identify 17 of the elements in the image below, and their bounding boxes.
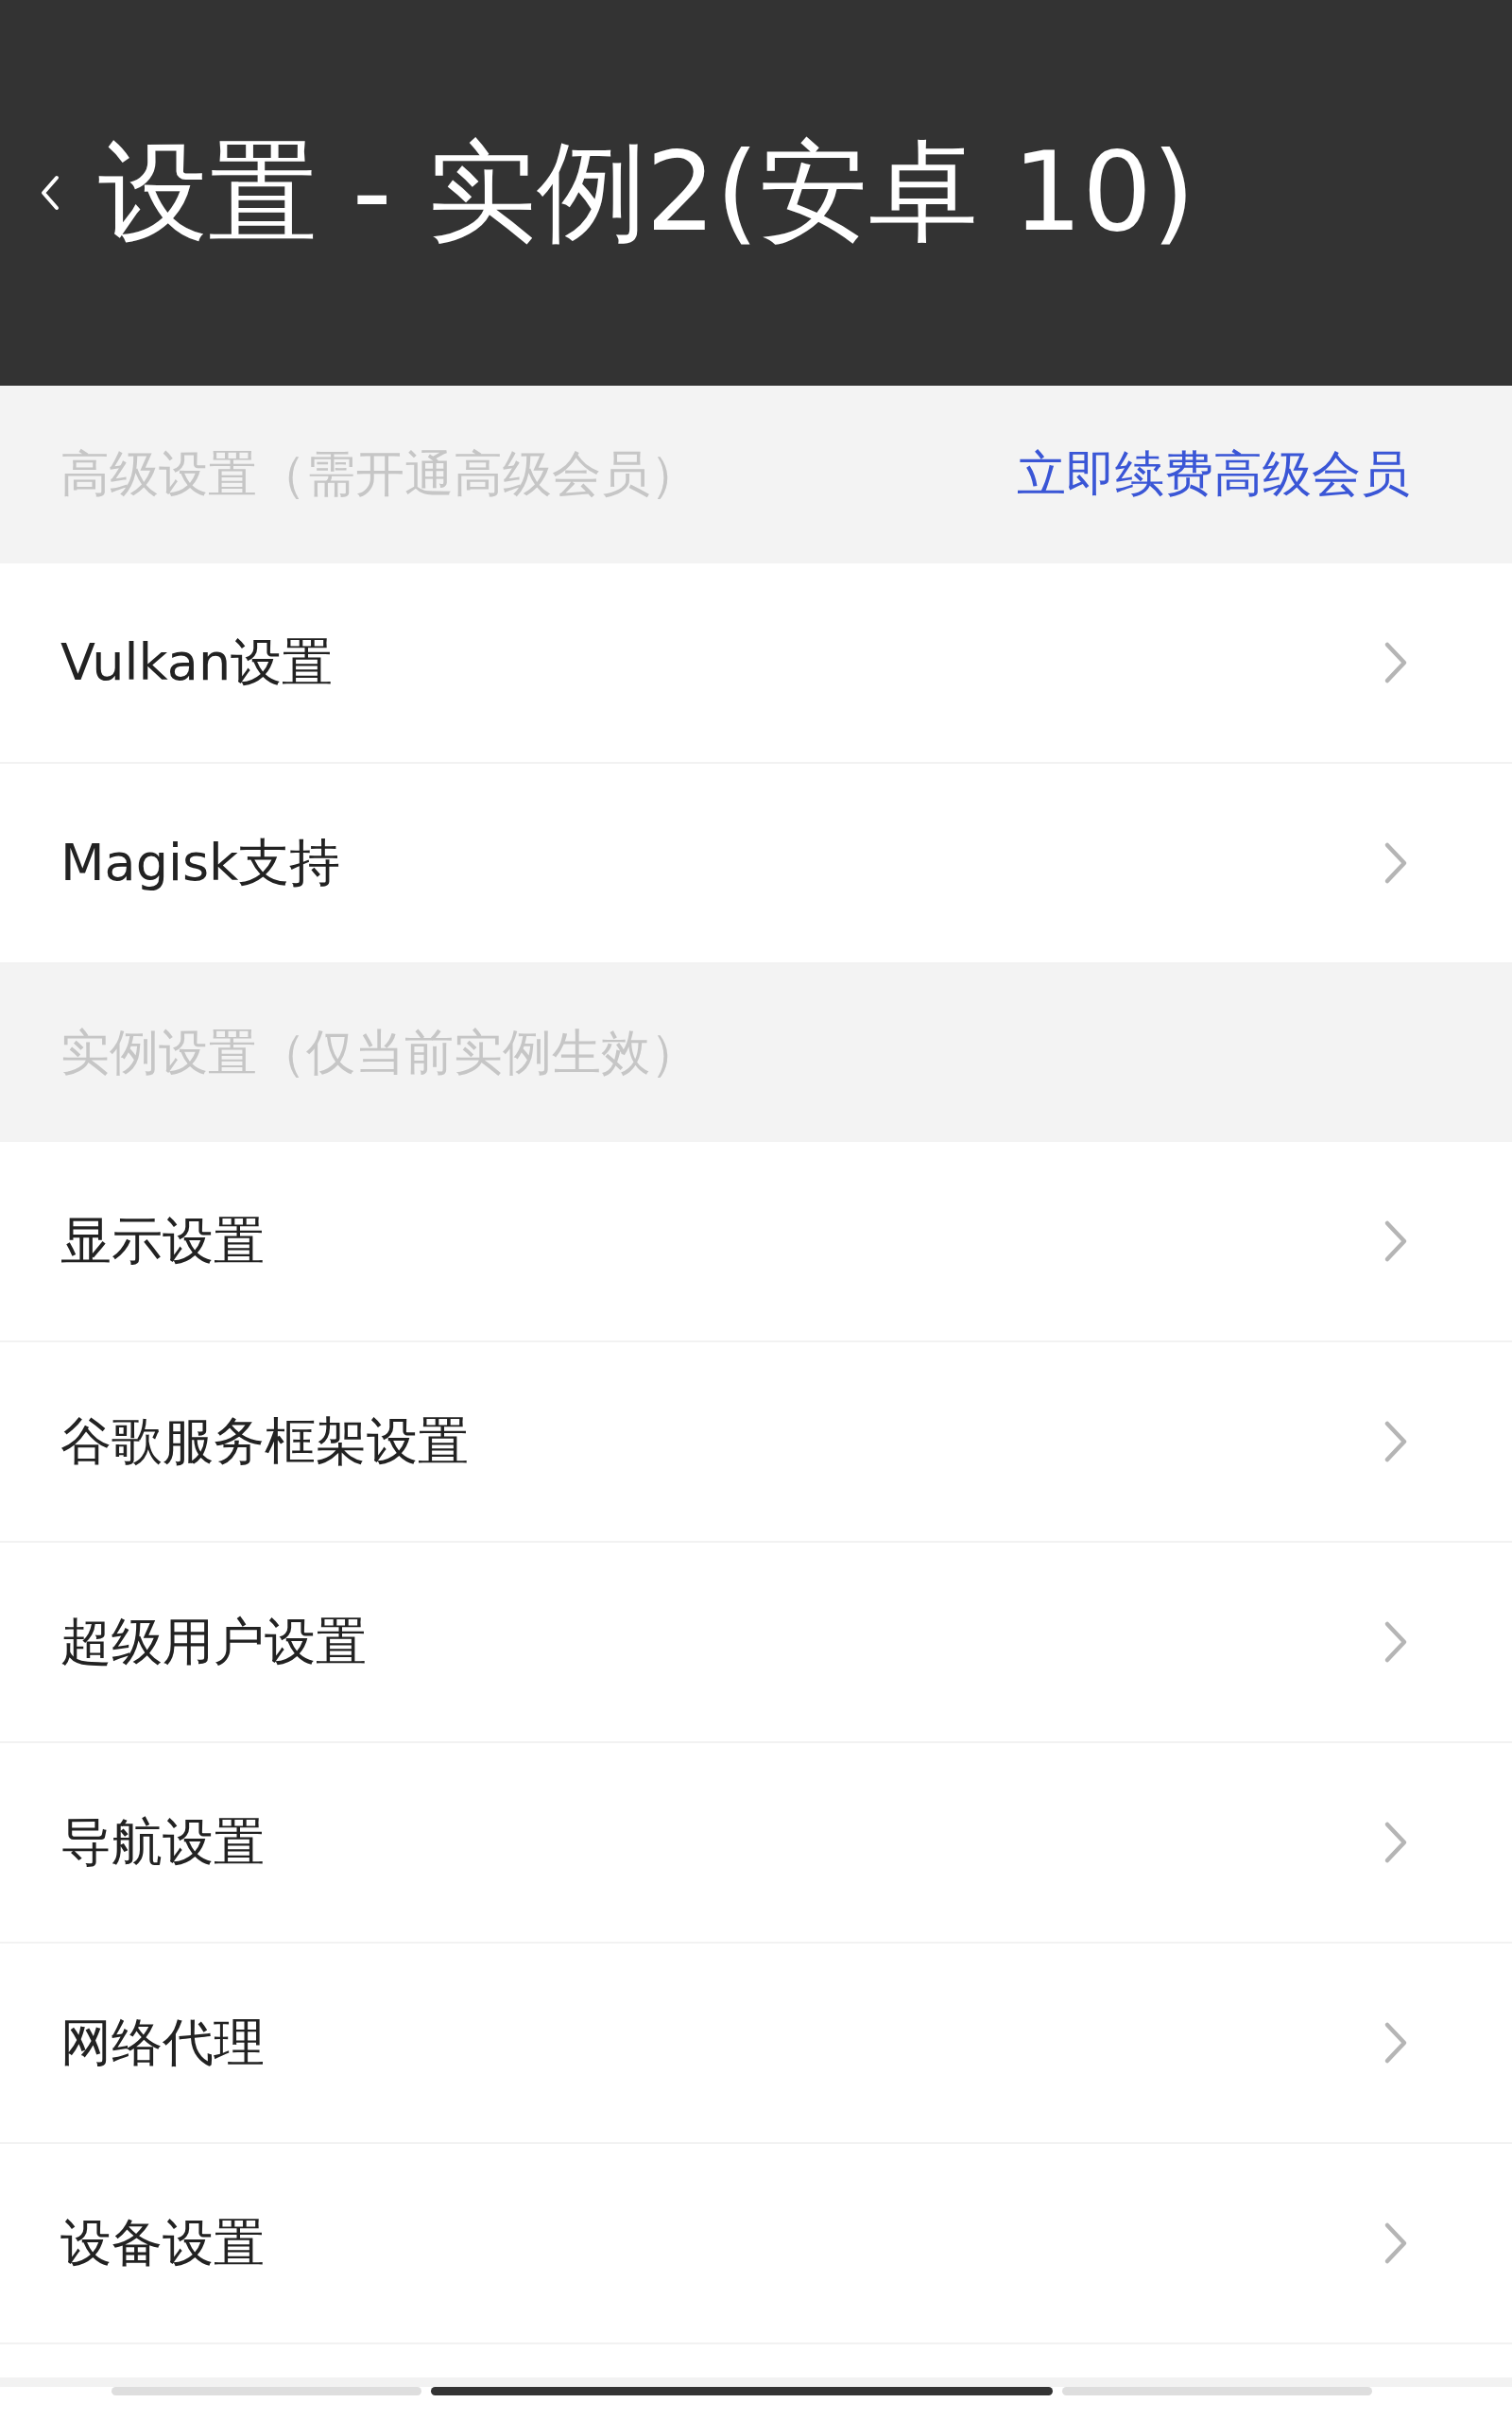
chevron-icon bbox=[1383, 2021, 1408, 2065]
chevron-icon bbox=[1383, 641, 1408, 684]
chevron-icon bbox=[1383, 1620, 1408, 1664]
chevron-icon bbox=[1383, 1420, 1408, 1463]
settings-item[interactable]: 设备设置 bbox=[0, 2144, 1512, 2344]
settings-item[interactable]: 谷歌服务框架设置 bbox=[0, 1342, 1512, 1543]
page-title: 设置 - 实例2(安卓 10) bbox=[98, 127, 1195, 257]
renew-link[interactable]: 立即续费高级会员 bbox=[1017, 441, 1410, 508]
chevron-icon bbox=[1383, 1219, 1408, 1263]
chevron-icon bbox=[1383, 2221, 1408, 2265]
settings-item[interactable]: 显示设置 bbox=[0, 1142, 1512, 1342]
settings-item[interactable]: 网络代理 bbox=[0, 1944, 1512, 2144]
chevron-icon bbox=[1383, 1821, 1408, 1864]
settings-item[interactable]: 超级用户设置 bbox=[0, 1543, 1512, 1743]
chevron-icon bbox=[1383, 841, 1408, 885]
settings-item[interactable]: Vulkan设置 bbox=[0, 563, 1512, 764]
settings-item[interactable]: 导航设置 bbox=[0, 1743, 1512, 1944]
